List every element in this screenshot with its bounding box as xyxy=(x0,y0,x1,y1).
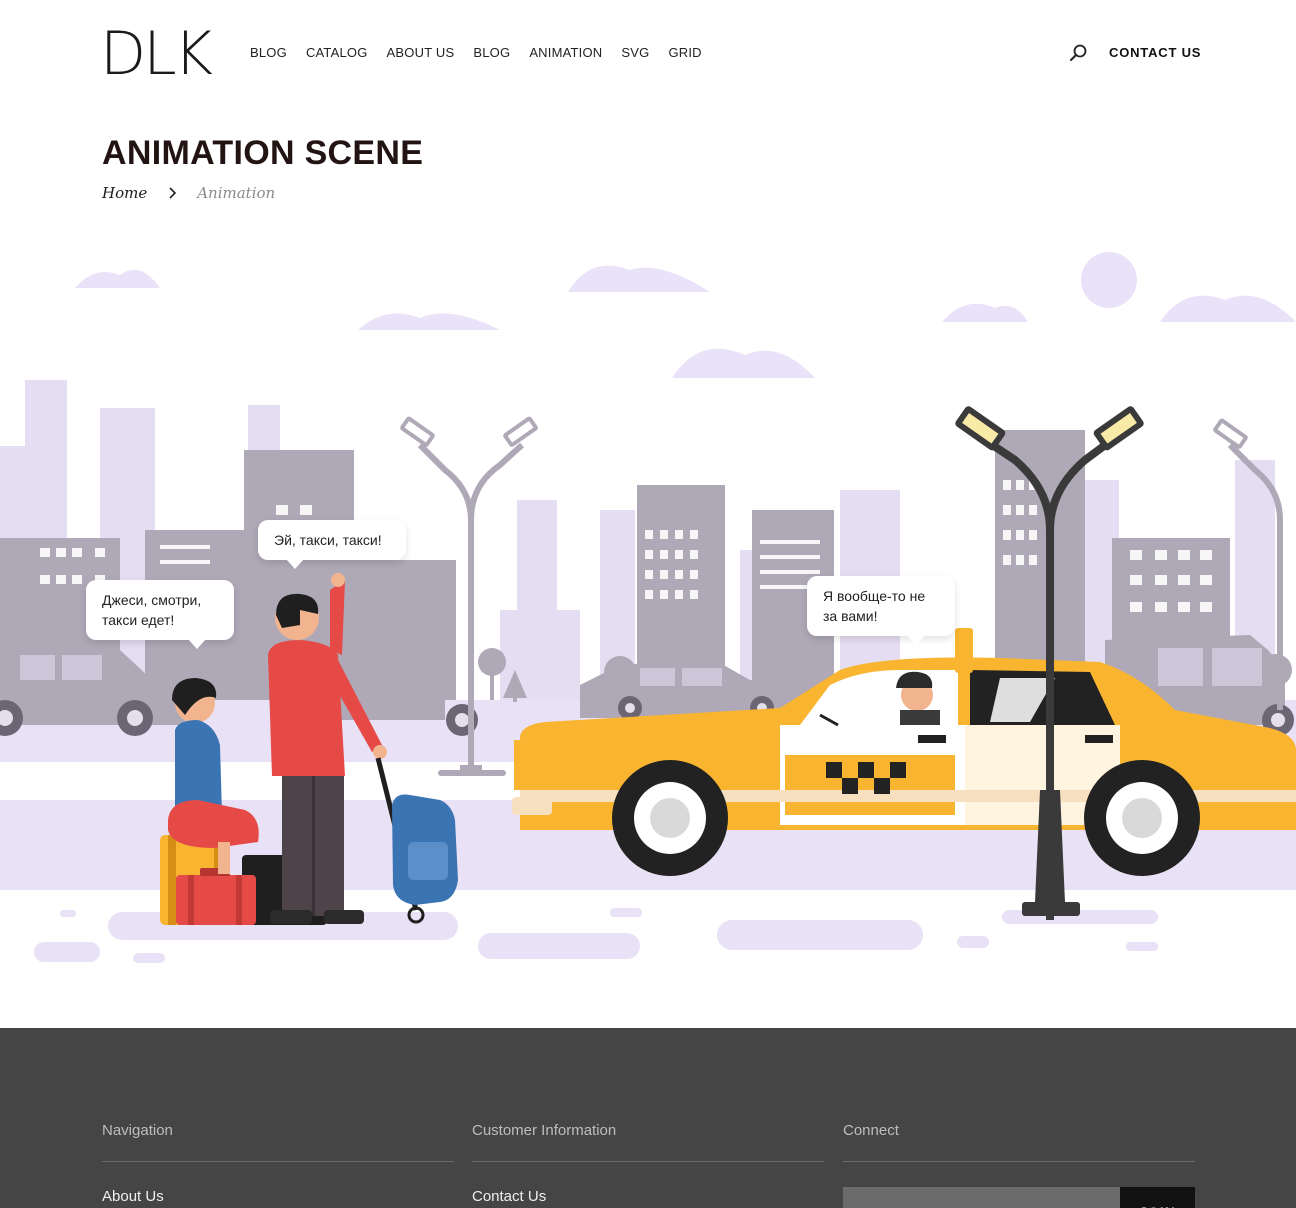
nav-item-blog[interactable]: BLOG xyxy=(250,45,287,60)
nav-item-catalog[interactable]: CATALOG xyxy=(306,45,368,60)
speech-bubble-man: Эй, такси, такси! xyxy=(258,520,406,569)
nav-item-svg[interactable]: SVG xyxy=(621,45,649,60)
logo[interactable]: DLK xyxy=(100,24,213,84)
footer-navigation: Navigation About Us xyxy=(102,1122,454,1205)
speech-bubble-driver: Я вообще-то не за вами! xyxy=(807,576,955,645)
newsletter-form: JOIN xyxy=(843,1187,1195,1208)
nav-item-blog-2[interactable]: BLOG xyxy=(473,45,510,60)
footer-connect: Connect xyxy=(843,1122,1195,1162)
speech-bubble-woman: Джеси, смотри, такси едет! xyxy=(86,580,234,649)
footer-heading: Navigation xyxy=(102,1122,454,1162)
page-title: ANIMATION SCENE xyxy=(102,134,424,172)
main-nav: BLOG CATALOG ABOUT US BLOG ANIMATION SVG… xyxy=(250,45,702,60)
speech-line: Я вообще-то не xyxy=(823,588,926,604)
join-button[interactable]: JOIN xyxy=(1120,1187,1195,1208)
nav-item-about-us[interactable]: ABOUT US xyxy=(387,45,455,60)
contact-us-button[interactable]: CONTACT US xyxy=(1109,45,1201,60)
site-header: DLK BLOG CATALOG ABOUT US BLOG ANIMATION… xyxy=(0,0,1296,100)
speech-line: Эй, такси, такси! xyxy=(274,532,382,548)
footer-link-contact-us[interactable]: Contact Us xyxy=(472,1188,824,1205)
footer-heading: Customer Information xyxy=(472,1122,824,1162)
search-icon[interactable] xyxy=(1068,43,1088,63)
speech-line: Джеси, смотри, xyxy=(102,592,202,608)
breadcrumb-home-link[interactable]: Home xyxy=(102,184,147,202)
nav-item-animation[interactable]: ANIMATION xyxy=(529,45,602,60)
speech-line: такси едет! xyxy=(102,612,175,628)
email-field[interactable] xyxy=(843,1187,1120,1208)
breadcrumb-current: Animation xyxy=(197,184,276,202)
footer-link-about-us[interactable]: About Us xyxy=(102,1188,454,1205)
site-footer: Navigation About Us Customer Information… xyxy=(0,1028,1296,1208)
footer-customer-information: Customer Information Contact Us xyxy=(472,1122,824,1205)
taxi-animation-scene: Джеси, смотри, такси едет! Эй, такси, та… xyxy=(0,230,1296,1010)
nav-item-grid[interactable]: GRID xyxy=(668,45,701,60)
footer-heading: Connect xyxy=(843,1122,1195,1162)
breadcrumb: Home Animation xyxy=(102,184,275,202)
chevron-right-icon xyxy=(169,187,177,199)
speech-line: за вами! xyxy=(823,608,878,624)
